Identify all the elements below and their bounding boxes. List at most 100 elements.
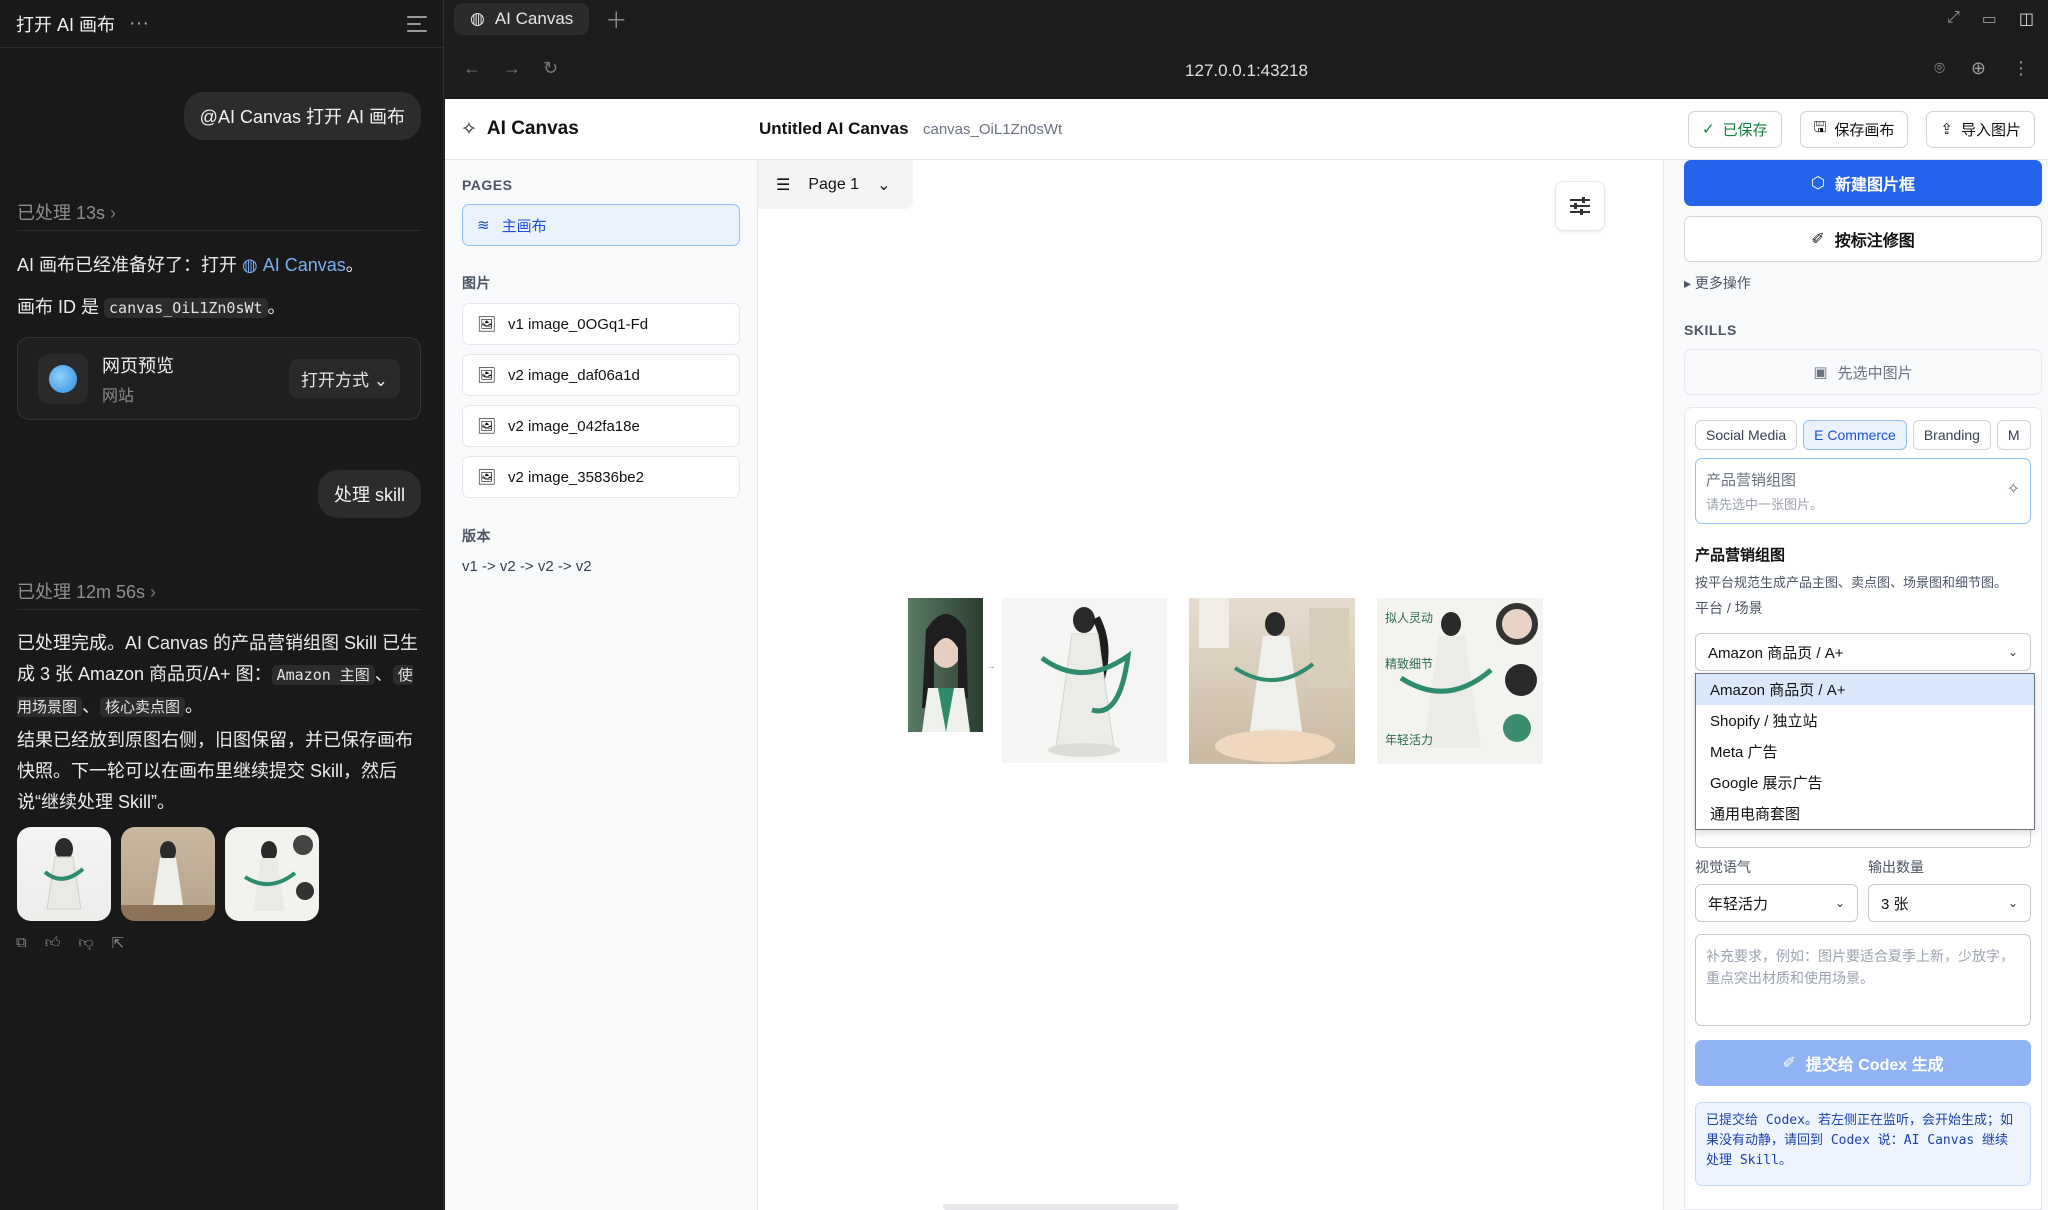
page-selector[interactable]: ☰ Page 1 ⌄: [758, 160, 913, 209]
svg-text:精致细节: 精致细节: [1385, 657, 1433, 671]
thumbs-up-icon[interactable]: 👍︎: [45, 934, 61, 952]
expand-icon[interactable]: ⤢: [1947, 9, 1960, 29]
canvas-image-v2[interactable]: [1002, 598, 1167, 763]
tab-e-commerce[interactable]: E Commerce: [1803, 420, 1907, 450]
save-label: 保存画布: [1834, 121, 1895, 139]
skill-description: 按平台规范生成产品主图、卖点图、场景图和细节图。: [1695, 575, 2008, 590]
skill-form: Social Media E Commerce Branding M 产品营销组…: [1684, 407, 2042, 1210]
dropdown-option[interactable]: Shopify / 独立站: [1696, 705, 2034, 736]
message-text: 。: [267, 297, 286, 317]
image-item[interactable]: 🖼︎ v2 image_35836be2: [462, 456, 740, 498]
count-select[interactable]: 3 张 ⌄: [1868, 884, 2031, 922]
import-image-button[interactable]: ⇪ 导入图片: [1926, 110, 2035, 148]
image-item[interactable]: 🖼︎ v2 image_042fa18e: [462, 405, 740, 447]
message-text: 、: [374, 664, 393, 684]
save-icon: 🖫: [1813, 118, 1827, 136]
more-icon[interactable]: ···: [129, 12, 149, 35]
forward-icon[interactable]: →: [503, 58, 521, 79]
more-actions-toggle[interactable]: ▸ 更多操作: [1684, 273, 1751, 293]
image-label: v1 image_0OGq1-Fd: [508, 315, 649, 333]
horizontal-scrollbar[interactable]: [943, 1204, 1179, 1210]
card-title: 网页预览: [102, 355, 174, 376]
canvas-image-v2[interactable]: 拟人灵动 精致细节 年轻活力: [1377, 598, 1543, 764]
thumbnail[interactable]: [225, 827, 319, 921]
canvas-image-v1[interactable]: [908, 598, 983, 732]
pages-heading: PAGES: [462, 177, 513, 193]
copy-icon[interactable]: ⧉: [16, 934, 27, 952]
tab-ai-canvas[interactable]: ◍ AI Canvas: [454, 3, 590, 35]
skill-title: 产品营销组图: [1695, 547, 1786, 564]
dropdown-option[interactable]: Google 展示广告: [1696, 767, 2034, 798]
menu-icon[interactable]: ⋮: [2012, 58, 2030, 79]
message-text: 画布 ID 是: [17, 297, 105, 317]
canvas-id-code: canvas_OiL1Zn0sWt: [104, 298, 268, 318]
assistant-message: AI 画布已经准备好了：打开 ◍ AI Canvas。: [17, 250, 421, 281]
check-circle-icon: ✓: [1702, 121, 1715, 138]
saved-button[interactable]: ✓ 已保存: [1688, 110, 1782, 148]
add-icon[interactable]: ⊕: [1971, 58, 1986, 79]
thumbnail[interactable]: [121, 827, 215, 921]
save-canvas-button[interactable]: 🖫 保存画布: [1799, 110, 1909, 148]
svg-text:年轻活力: 年轻活力: [1385, 733, 1433, 747]
message-actions: ⧉ 👍︎ 👎︎ ⇱: [16, 934, 124, 952]
settings-sliders-icon[interactable]: [1555, 181, 1605, 231]
annotate-edit-button[interactable]: ✐ 按标注修图: [1684, 216, 2042, 262]
count-label: 输出数量: [1868, 859, 1924, 875]
platform-select[interactable]: Amazon 商品页 / A+ ⌄: [1695, 633, 2031, 671]
image-icon: 🖼︎: [477, 469, 497, 486]
reload-icon[interactable]: ↻: [543, 58, 558, 79]
tone-select[interactable]: 年轻活力 ⌄: [1695, 884, 1858, 922]
thumbnail[interactable]: [17, 827, 111, 921]
arrow-connector: →: [986, 661, 996, 672]
sparkle-icon: ✧: [461, 118, 477, 140]
canvas-area[interactable]: ☰ Page 1 ⌄ → 拟人灵动 精致细节 年轻活力: [758, 160, 1662, 1210]
page-main-canvas[interactable]: ≋ 主画布: [462, 204, 740, 246]
dropdown-option[interactable]: 通用电商套图: [1696, 798, 2034, 829]
count-selected: 3 张: [1881, 895, 1909, 913]
tab-social-media[interactable]: Social Media: [1695, 420, 1798, 450]
dropdown-option[interactable]: Amazon 商品页 / A+: [1696, 674, 2034, 705]
assistant-message: 画布 ID 是 canvas_OiL1Zn0sWt。: [17, 292, 421, 324]
canvas-title[interactable]: Untitled AI Canvas: [759, 119, 909, 139]
version-chain: v1 -> v2 -> v2 -> v2: [462, 558, 592, 575]
sidebar-toggle-icon[interactable]: [407, 15, 427, 32]
image-icon: 🖼︎: [477, 367, 497, 384]
chevron-down-icon: ⌄: [1834, 896, 1845, 910]
select-first-label: 先选中图片: [1837, 364, 1913, 382]
image-item[interactable]: 🖼︎ v2 image_daf06a1d: [462, 354, 740, 396]
open-with-button[interactable]: 打开方式 ⌄: [289, 359, 400, 398]
new-frame-label: 新建图片框: [1834, 177, 1915, 194]
skill-category-tabs: Social Media E Commerce Branding M: [1695, 420, 2031, 450]
processed-toggle[interactable]: 已处理 13s: [17, 199, 116, 225]
image-icon: 🖼︎: [477, 316, 497, 333]
skill-selector-hint: 请先选中一张图片。: [1706, 497, 1824, 512]
cube-icon: ⬡: [1811, 175, 1825, 192]
new-frame-button[interactable]: ⬡ 新建图片框: [1684, 160, 2042, 206]
sparkle-icon[interactable]: ✧: [2007, 479, 2020, 499]
chevron-down-icon: ⌄: [2007, 896, 2018, 910]
new-tab-icon[interactable]: ＋: [605, 3, 627, 35]
canvas-image-v2[interactable]: [1189, 598, 1355, 764]
platform-dropdown-list: Amazon 商品页 / A+ Shopify / 独立站 Meta 广告 Go…: [1695, 673, 2035, 830]
tab-more[interactable]: M: [1996, 420, 2031, 450]
thumbs-down-icon[interactable]: 👎︎: [78, 934, 93, 952]
submit-to-codex-button[interactable]: ✐ 提交给 Codex 生成: [1695, 1040, 2031, 1086]
ai-canvas-link[interactable]: ◍ AI Canvas: [242, 255, 346, 275]
processed-toggle[interactable]: 已处理 12m 56s: [17, 578, 156, 604]
extra-requirements-textarea[interactable]: 补充要求，例如：图片要适合夏季上新，少放字，重点突出材质和使用场景。: [1695, 934, 2031, 1026]
chevron-down-icon: ⌄: [373, 371, 388, 390]
platform-label: 平台 / 场景: [1695, 600, 1763, 616]
screenshot-icon[interactable]: ⌾: [1934, 58, 1945, 79]
sidebar-icon[interactable]: ◫: [2019, 9, 2034, 29]
image-item[interactable]: 🖼︎ v1 image_0OGq1-Fd: [462, 303, 740, 345]
tab-bar: ◍ AI Canvas ＋ ⤢ ▭ ◫: [445, 0, 2048, 38]
back-icon[interactable]: ←: [463, 58, 481, 79]
window-icon[interactable]: ▭: [1982, 9, 1997, 29]
share-icon[interactable]: ⇱: [112, 934, 125, 952]
tab-branding[interactable]: Branding: [1912, 420, 1991, 450]
dropdown-option[interactable]: Meta 广告: [1696, 736, 2034, 767]
page-label: 主画布: [501, 217, 547, 235]
web-preview-card[interactable]: 网页预览 网站 打开方式 ⌄: [17, 337, 421, 420]
skill-selector-box[interactable]: 产品营销组图 请先选中一张图片。 ✧: [1695, 458, 2031, 524]
select-image-first-button[interactable]: ▣ 先选中图片: [1684, 349, 2042, 395]
